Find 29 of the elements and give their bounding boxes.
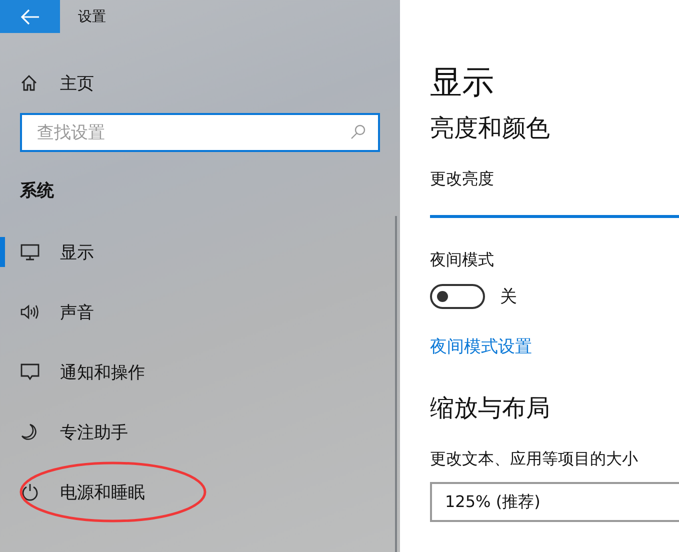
section-heading: 系统: [20, 180, 55, 203]
setting-label: 夜间模式: [430, 249, 495, 271]
setting-label: 更改文本、应用等项目的大小: [430, 448, 639, 470]
speaker-icon: [20, 303, 40, 321]
sidebar-item[interactable]: 通知和操作: [0, 342, 370, 402]
back-arrow-icon: [20, 8, 40, 24]
message-icon: [20, 363, 40, 381]
sidebar-item[interactable]: 声音: [0, 282, 370, 342]
section-heading: 亮度和颜色: [430, 113, 551, 144]
page-title: 显示: [430, 62, 495, 102]
night-light-settings-link[interactable]: 夜间模式设置: [430, 335, 532, 359]
back-button[interactable]: [0, 0, 60, 33]
window-title: 设置: [78, 8, 106, 26]
section-heading: 缩放与布局: [430, 393, 551, 424]
sidebar-item[interactable]: 显示: [0, 222, 370, 282]
monitor-icon: [20, 243, 40, 261]
home-icon: [20, 74, 38, 92]
brightness-slider-track[interactable]: [430, 215, 679, 218]
sidebar-item[interactable]: 电源和睡眠: [0, 462, 370, 522]
search-field[interactable]: 查找设置: [20, 113, 380, 152]
scale-dropdown[interactable]: 125% (推荐): [430, 482, 679, 522]
search-icon: [350, 124, 366, 140]
sidebar-item[interactable]: 专注助手: [0, 402, 370, 462]
toggle-switch[interactable]: [430, 284, 485, 309]
scrollbar[interactable]: [395, 216, 397, 552]
toggle-state-text: 关: [500, 286, 517, 308]
power-icon: [20, 483, 40, 501]
home-link[interactable]: 主页: [20, 70, 400, 96]
setting-label: 更改亮度: [430, 168, 495, 190]
